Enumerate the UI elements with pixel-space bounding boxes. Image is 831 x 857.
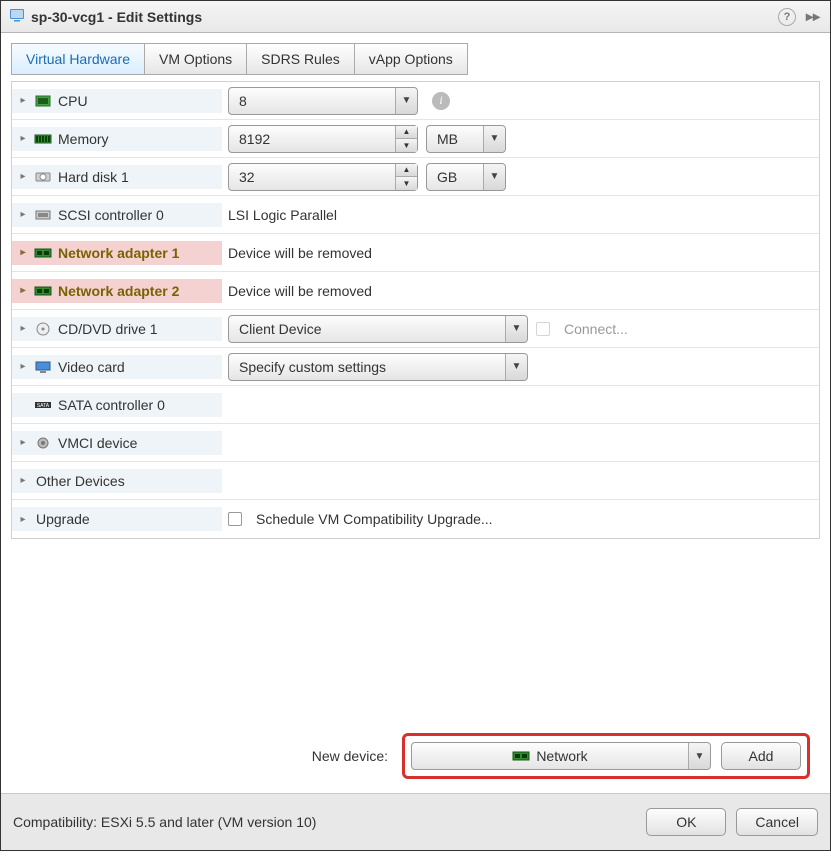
cancel-button[interactable]: Cancel <box>736 808 818 836</box>
cpu-select[interactable]: 8 ▼ <box>228 87 418 115</box>
dropdown-icon: ▼ <box>505 354 527 380</box>
expand-icon[interactable]: ▸ <box>18 96 28 106</box>
vmci-label: VMCI device <box>58 435 137 451</box>
network-icon <box>34 246 52 260</box>
row-network-adapter-2: ▸ Network adapter 2 Device will be remov… <box>12 272 819 310</box>
sata-icon: SATA <box>34 398 52 412</box>
tab-sdrs-rules[interactable]: SDRS Rules <box>246 43 355 75</box>
upgrade-checkbox[interactable] <box>228 512 242 526</box>
window-title: sp-30-vcg1 - Edit Settings <box>31 9 202 25</box>
gear-icon <box>34 436 52 450</box>
net1-label: Network adapter 1 <box>58 245 179 261</box>
titlebar: sp-30-vcg1 - Edit Settings ? ▸▸ <box>1 1 830 33</box>
cddvd-label: CD/DVD drive 1 <box>58 321 158 337</box>
network-icon <box>34 284 52 298</box>
scsi-value: LSI Logic Parallel <box>228 207 337 223</box>
new-device-select[interactable]: Network ▼ <box>411 742 711 770</box>
video-select[interactable]: Specify custom settings ▼ <box>228 353 528 381</box>
dropdown-icon: ▼ <box>505 316 527 342</box>
row-harddisk: ▸ Hard disk 1 32 ▲▼ GB ▼ <box>12 158 819 196</box>
spinner-up-icon[interactable]: ▲ <box>396 164 417 178</box>
row-sata: ▸ SATA SATA controller 0 <box>12 386 819 424</box>
harddisk-unit-select[interactable]: GB ▼ <box>426 163 506 191</box>
new-device-label: New device: <box>190 748 388 764</box>
expand-icon[interactable]: ▸ <box>18 134 28 144</box>
tab-vapp-options[interactable]: vApp Options <box>354 43 468 75</box>
dropdown-icon: ▼ <box>483 164 505 190</box>
ok-button[interactable]: OK <box>646 808 726 836</box>
row-upgrade: ▸ Upgrade Schedule VM Compatibility Upgr… <box>12 500 819 538</box>
expand-icon[interactable]: ▸ <box>18 362 28 372</box>
row-other: ▸ Other Devices <box>12 462 819 500</box>
expand-icon[interactable]: ▸ <box>18 286 28 296</box>
cpu-label: CPU <box>58 93 88 109</box>
dropdown-icon: ▼ <box>688 743 710 769</box>
sata-label: SATA controller 0 <box>58 397 165 413</box>
monitor-icon <box>34 360 52 374</box>
vm-icon <box>9 7 31 26</box>
spinner-down-icon[interactable]: ▼ <box>396 139 417 152</box>
expand-icon[interactable]: ▸ <box>18 438 28 448</box>
expand-icon[interactable]: ▸ <box>18 514 28 524</box>
expand-icon[interactable]: ▸ <box>18 248 28 258</box>
video-label: Video card <box>58 359 125 375</box>
expand-icon[interactable]: ▸ <box>18 476 28 486</box>
spinner-down-icon[interactable]: ▼ <box>396 177 417 190</box>
upgrade-checkbox-label: Schedule VM Compatibility Upgrade... <box>256 511 493 527</box>
expand-icon[interactable]: ▸ <box>18 172 28 182</box>
memory-icon <box>34 132 52 146</box>
scsi-icon <box>34 208 52 222</box>
expand-icon[interactable]: ▸ <box>18 210 28 220</box>
harddisk-icon <box>34 170 52 184</box>
row-scsi: ▸ SCSI controller 0 LSI Logic Parallel <box>12 196 819 234</box>
tab-vm-options[interactable]: VM Options <box>144 43 247 75</box>
other-label: Other Devices <box>36 473 125 489</box>
connect-label: Connect... <box>564 321 628 337</box>
hardware-table: ▸ CPU 8 ▼ i ▸ <box>11 81 820 539</box>
disc-icon <box>34 322 52 336</box>
upgrade-label: Upgrade <box>36 511 90 527</box>
cddvd-select[interactable]: Client Device ▼ <box>228 315 528 343</box>
network-icon <box>512 749 530 763</box>
row-cpu: ▸ CPU 8 ▼ i <box>12 82 819 120</box>
edit-settings-dialog: sp-30-vcg1 - Edit Settings ? ▸▸ Virtual … <box>0 0 831 851</box>
row-vmci: ▸ VMCI device <box>12 424 819 462</box>
expand-icon[interactable]: ▸ <box>18 324 28 334</box>
tabs: Virtual Hardware VM Options SDRS Rules v… <box>11 43 820 75</box>
memory-unit-select[interactable]: MB ▼ <box>426 125 506 153</box>
dropdown-icon: ▼ <box>395 88 417 114</box>
highlight-box: Network ▼ Add <box>402 733 810 779</box>
scsi-label: SCSI controller 0 <box>58 207 164 223</box>
expand-icon[interactable]: ▸▸ <box>804 8 822 26</box>
net2-label: Network adapter 2 <box>58 283 179 299</box>
add-button[interactable]: Add <box>721 742 801 770</box>
new-device-area: New device: Network ▼ Add <box>11 719 820 793</box>
connect-checkbox[interactable] <box>536 322 550 336</box>
compatibility-text: Compatibility: ESXi 5.5 and later (VM ve… <box>13 814 316 830</box>
memory-input[interactable]: 8192 ▲▼ <box>228 125 418 153</box>
spinner-up-icon[interactable]: ▲ <box>396 126 417 140</box>
help-icon[interactable]: ? <box>778 8 796 26</box>
info-icon[interactable]: i <box>432 92 450 110</box>
net2-value: Device will be removed <box>228 283 372 299</box>
dialog-footer: Compatibility: ESXi 5.5 and later (VM ve… <box>1 793 830 850</box>
svg-text:SATA: SATA <box>37 403 50 409</box>
net1-value: Device will be removed <box>228 245 372 261</box>
tab-virtual-hardware[interactable]: Virtual Hardware <box>11 43 145 75</box>
harddisk-label: Hard disk 1 <box>58 169 129 185</box>
harddisk-input[interactable]: 32 ▲▼ <box>228 163 418 191</box>
row-memory: ▸ Memory 8192 ▲▼ MB ▼ <box>12 120 819 158</box>
dropdown-icon: ▼ <box>483 126 505 152</box>
row-cddvd: ▸ CD/DVD drive 1 Client Device ▼ Connect… <box>12 310 819 348</box>
cpu-icon <box>34 94 52 108</box>
row-network-adapter-1: ▸ Network adapter 1 Device will be remov… <box>12 234 819 272</box>
row-video: ▸ Video card Specify custom settings ▼ <box>12 348 819 386</box>
memory-label: Memory <box>58 131 109 147</box>
